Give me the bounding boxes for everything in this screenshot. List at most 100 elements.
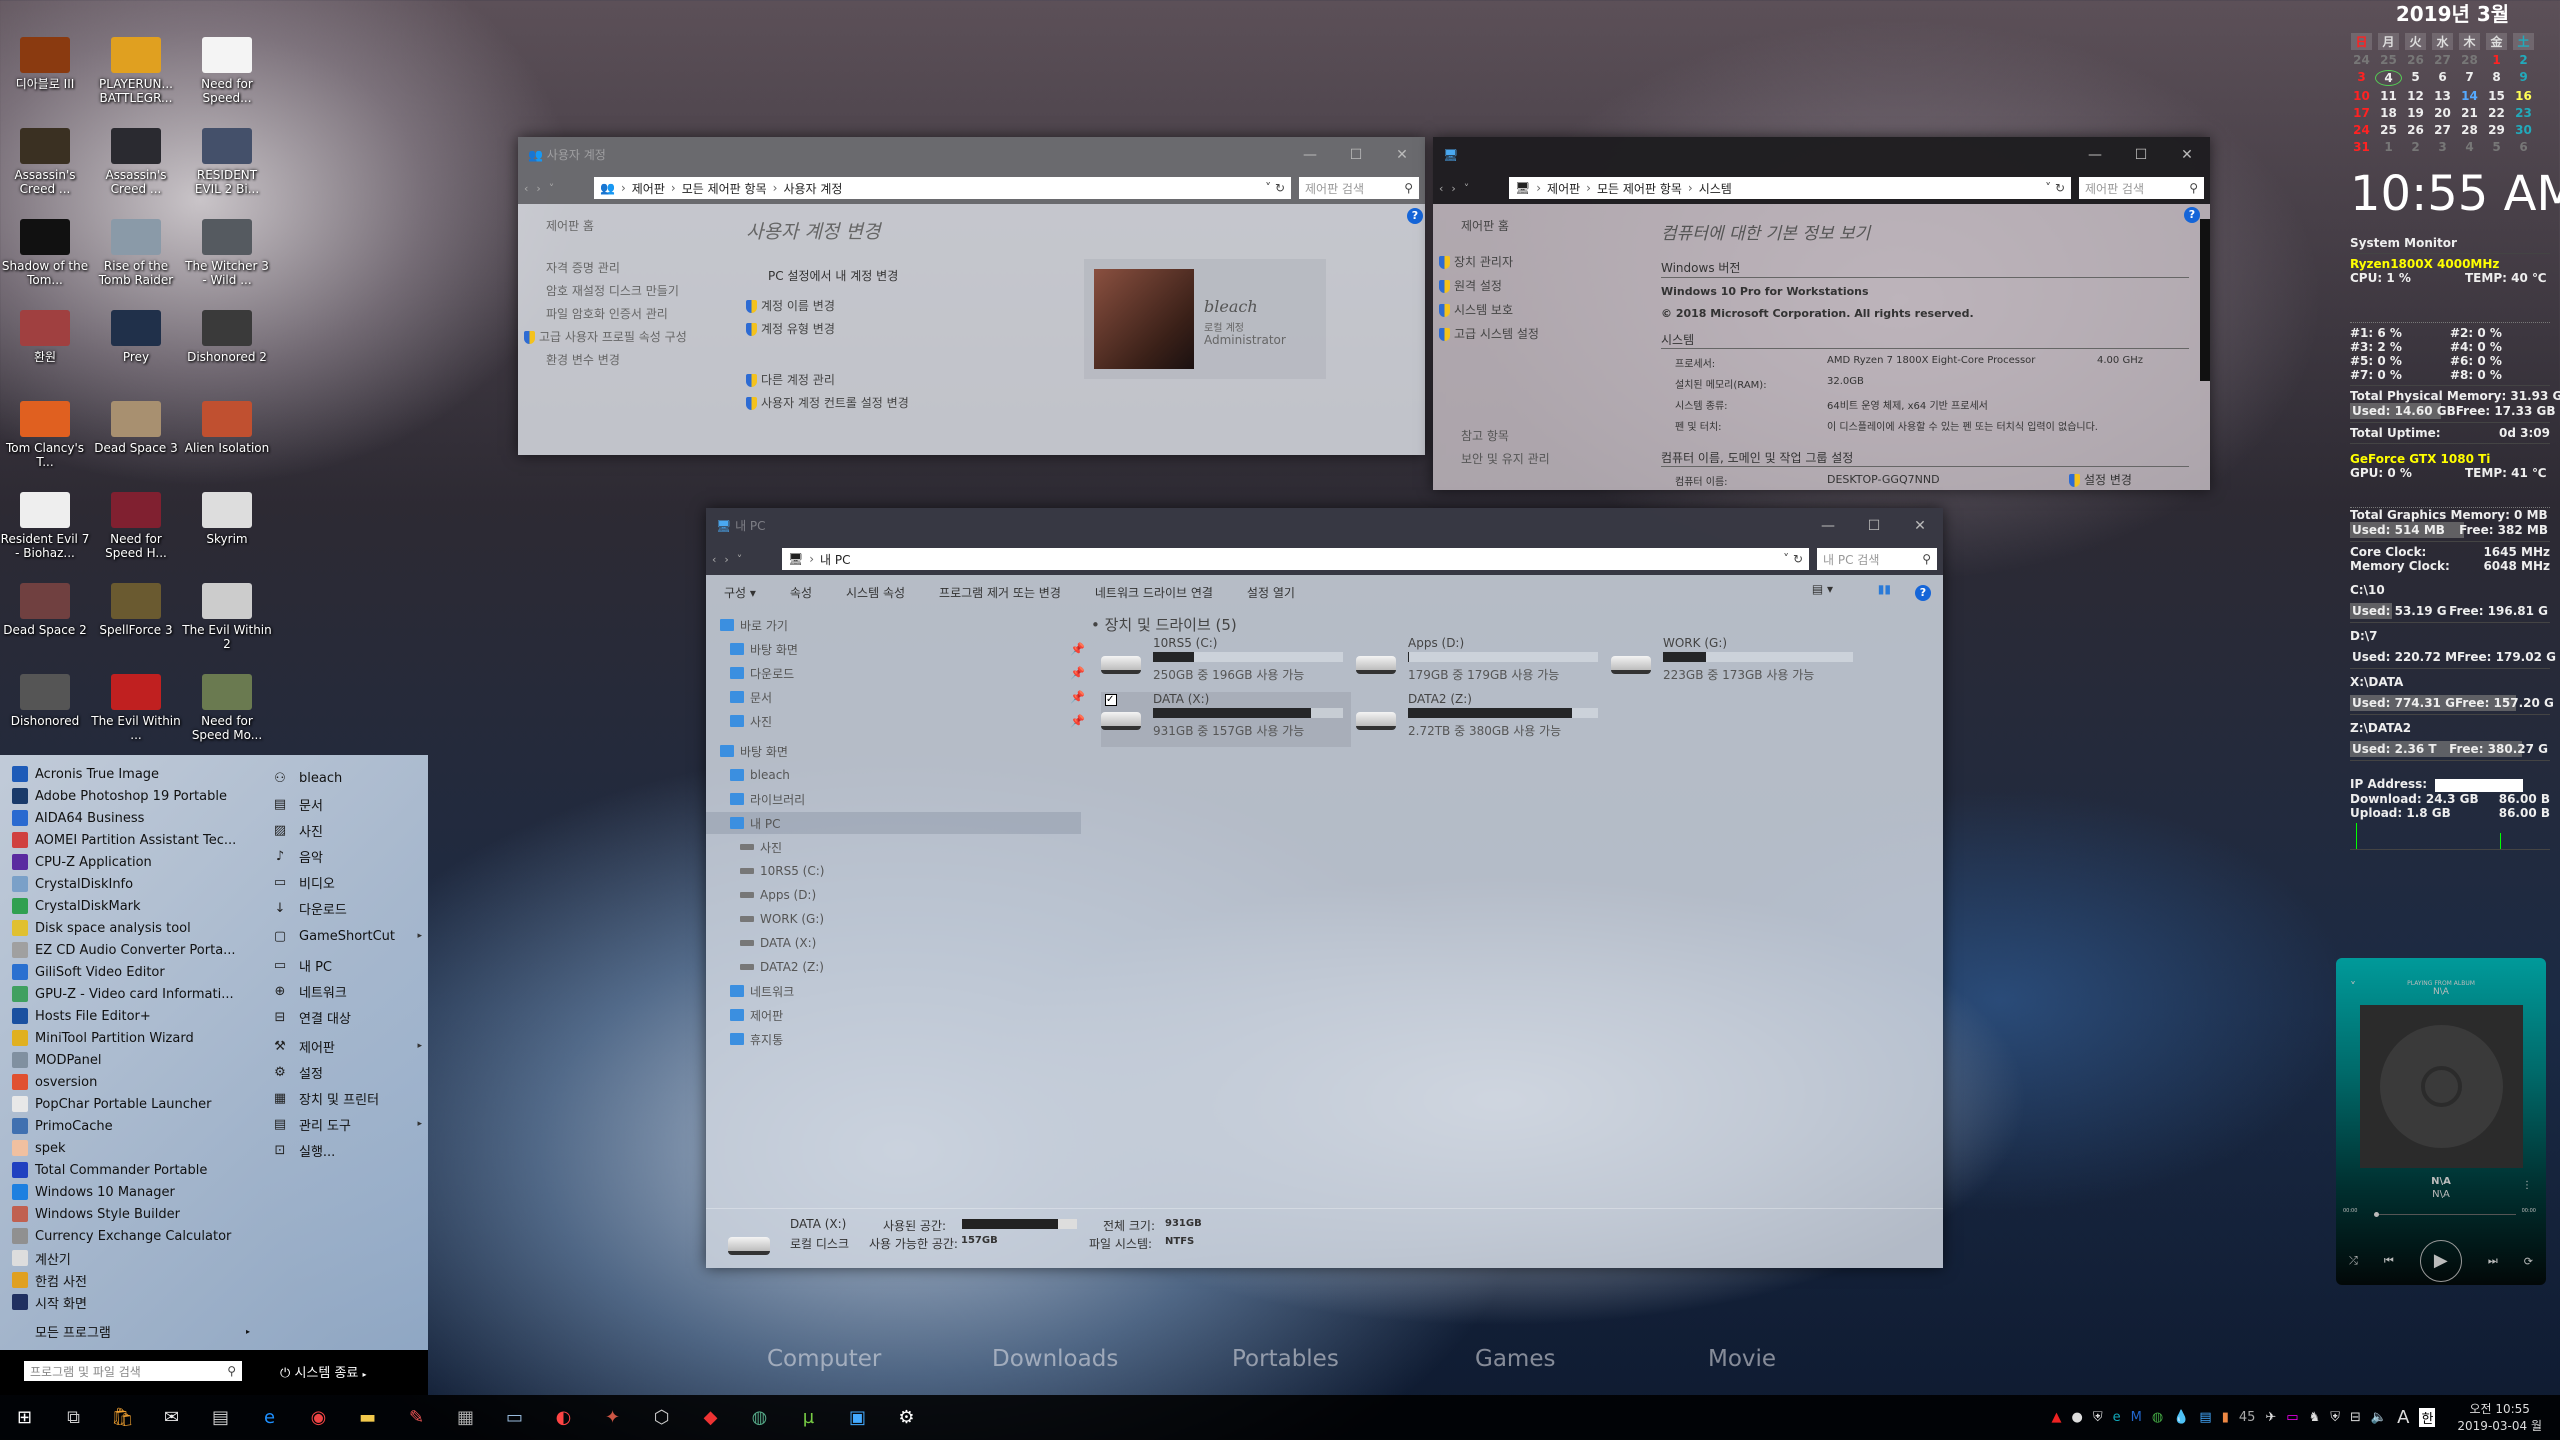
nav-tree-item[interactable]: 다운로드 📌 [730, 662, 1085, 684]
program-item[interactable]: Total Commander Portable [12, 1159, 207, 1181]
file-explorer-icon[interactable]: ▬ [343, 1395, 392, 1440]
calendar-day[interactable]: 20 [2429, 106, 2456, 120]
program-item[interactable]: MODPanel [12, 1049, 102, 1071]
view-options-button[interactable]: ▤ ▾ [1812, 582, 1833, 596]
calendar-day[interactable]: 19 [2402, 106, 2429, 120]
calendar-day[interactable]: 30 [2510, 123, 2537, 137]
globe-icon[interactable]: ◍ [735, 1395, 784, 1440]
breadcrumb-item[interactable]: 제어판 [632, 180, 665, 197]
calendar-day[interactable]: 23 [2510, 106, 2537, 120]
desktop-icon[interactable]: 환원 [0, 308, 90, 364]
desktop-icon[interactable]: Dishonored 2 [182, 308, 272, 364]
desktop-icon[interactable]: Need for Speed... [182, 35, 272, 105]
desktop-label-games[interactable]: Games [1475, 1346, 1555, 1372]
address-bar[interactable]: 🖥 › 내 PC ˅ ↻ [782, 548, 1809, 570]
calendar-day[interactable]: 12 [2402, 89, 2429, 103]
desktop-icon[interactable]: SpellForce 3 [91, 581, 181, 637]
calendar-day[interactable]: 4 [2375, 70, 2402, 86]
drive-tile[interactable]: DATA2 (Z:) 2.72TB 중 380GB 사용 가능 [1356, 692, 1606, 747]
tray-badge[interactable]: 45 [2239, 1410, 2256, 1425]
change-settings-link[interactable]: 설정 변경 [2069, 471, 2132, 488]
mail-icon[interactable]: ✉ [147, 1395, 196, 1440]
program-item[interactable]: 한컴 사전 [12, 1269, 87, 1291]
tray-icon[interactable]: ▤ [2199, 1410, 2211, 1425]
desktop-icon[interactable]: Need for Speed Mo... [182, 672, 272, 742]
breadcrumb-item[interactable]: 내 PC [820, 551, 850, 568]
settings-icon[interactable]: ⚙ [882, 1395, 931, 1440]
tray-icon[interactable]: ▲ [2052, 1410, 2062, 1425]
calendar-day[interactable]: 4 [2456, 140, 2483, 154]
pin-icon[interactable]: 📌 [1070, 642, 1085, 656]
program-item[interactable]: EZ CD Audio Converter Porta... [12, 939, 236, 961]
nav-tree-item[interactable]: 바로 가기 [720, 614, 788, 636]
nav-tree-item[interactable]: bleach [730, 764, 790, 786]
tray-icon[interactable]: ● [2072, 1410, 2083, 1425]
calendar-day[interactable]: 24 [2348, 53, 2375, 67]
start-place-item[interactable]: ⊕ 네트워크 [272, 978, 422, 1004]
program-item[interactable]: GPU-Z - Video card Informati... [12, 983, 234, 1005]
chevron-down-icon[interactable]: ˅ ↻ [1265, 181, 1285, 195]
group-header[interactable]: • 장치 및 드라이브 (5) [1091, 614, 1237, 635]
network-icon[interactable]: ⊟ [2350, 1410, 2361, 1425]
start-place-item[interactable]: ↓ 다운로드 [272, 895, 422, 921]
task-link[interactable]: 계정 유형 변경 [746, 320, 835, 337]
program-item[interactable]: CrystalDiskMark [12, 895, 141, 917]
calendar-day[interactable]: 2 [2510, 53, 2537, 67]
sidebar-link[interactable]: 원격 설정 [1439, 277, 1502, 294]
tray-clock[interactable]: 오전 10:55 2019-03-04 월 [2457, 1401, 2542, 1435]
calendar-day[interactable]: 24 [2348, 123, 2375, 137]
search-input[interactable]: 제어판 검색 ⚲ [2079, 177, 2204, 199]
program-item[interactable]: Hosts File Editor+ [12, 1005, 151, 1027]
more-icon[interactable]: ⋮ [2522, 1180, 2532, 1191]
desktop-label-movie[interactable]: Movie [1708, 1346, 1776, 1372]
pin-icon[interactable]: 📌 [1070, 714, 1085, 728]
calendar-day[interactable]: 25 [2375, 53, 2402, 67]
shuffle-icon[interactable]: ⤮ [2349, 1254, 2358, 1268]
calendar-day[interactable]: 3 [2429, 140, 2456, 154]
seek-slider[interactable] [2374, 1212, 2516, 1217]
calendar-day[interactable]: 17 [2348, 106, 2375, 120]
app-icon[interactable]: ✦ [588, 1395, 637, 1440]
nav-buttons[interactable]: ‹›˅ [1439, 182, 1509, 195]
sidebar-link[interactable]: 환경 변수 변경 [546, 351, 620, 368]
minimize-button[interactable]: — [1805, 518, 1851, 534]
start-button[interactable]: ⊞ [0, 1395, 49, 1440]
task-link[interactable]: 다른 계정 관리 [746, 371, 835, 388]
desktop-icon[interactable]: Prey [91, 308, 181, 364]
program-item[interactable]: 계산기 [12, 1247, 71, 1269]
program-search-input[interactable]: 프로그램 및 파일 검색 ⚲ [22, 1361, 242, 1381]
start-place-item[interactable]: ⚙ 설정 [272, 1059, 422, 1085]
calendar-day[interactable]: 5 [2483, 140, 2510, 154]
desktop-icon[interactable]: Alien Isolation [182, 399, 272, 455]
program-item[interactable]: Acronis True Image [12, 763, 159, 785]
shutdown-button[interactable]: ⏻ 시스템 종료 ▸ [280, 1362, 367, 1381]
drive-tile[interactable]: WORK (G:) 223GB 중 173GB 사용 가능 [1611, 636, 1861, 691]
calendar-day[interactable]: 11 [2375, 89, 2402, 103]
maximize-button[interactable]: ☐ [2118, 147, 2164, 163]
font-indicator[interactable]: A [2397, 1407, 2409, 1428]
calendar-day[interactable]: 16 [2510, 89, 2537, 103]
calendar-day[interactable]: 25 [2375, 123, 2402, 137]
nav-tree-item[interactable]: 바탕 화면 📌 [730, 638, 1085, 660]
pin-icon[interactable]: 📌 [1070, 666, 1085, 680]
calendar-day[interactable]: 29 [2483, 123, 2510, 137]
task-view-icon[interactable]: ⧉ [49, 1395, 98, 1440]
program-item[interactable]: Adobe Photoshop 19 Portable [12, 785, 227, 807]
ribbon-button[interactable]: 프로그램 제거 또는 변경 [939, 584, 1061, 601]
minimize-button[interactable]: — [1287, 147, 1333, 163]
start-place-item[interactable]: ▤ 문서 [272, 791, 422, 817]
desktop-icon[interactable]: Dead Space 2 [0, 581, 90, 637]
monitor-app-icon[interactable]: ▭ [490, 1395, 539, 1440]
address-bar[interactable]: 🖥 › 제어판 › 모든 제어판 항목 › 시스템 ˅ ↻ [1509, 177, 2071, 199]
globe-icon[interactable]: ◍ [2152, 1410, 2163, 1425]
nav-tree-item[interactable]: 10RS5 (C:) [740, 860, 824, 882]
breadcrumb-item[interactable]: 모든 제어판 항목 [682, 180, 767, 197]
program-item[interactable]: Windows Style Builder [12, 1203, 180, 1225]
calendar-day[interactable]: 21 [2456, 106, 2483, 120]
start-place-item[interactable]: ♪ 음악 [272, 843, 422, 869]
calendar-day[interactable]: 27 [2429, 53, 2456, 67]
pin-icon[interactable]: 📌 [1070, 690, 1085, 704]
calendar-day[interactable]: 8 [2483, 70, 2510, 86]
program-item[interactable]: spek [12, 1137, 66, 1159]
scrollbar[interactable] [2200, 219, 2210, 381]
